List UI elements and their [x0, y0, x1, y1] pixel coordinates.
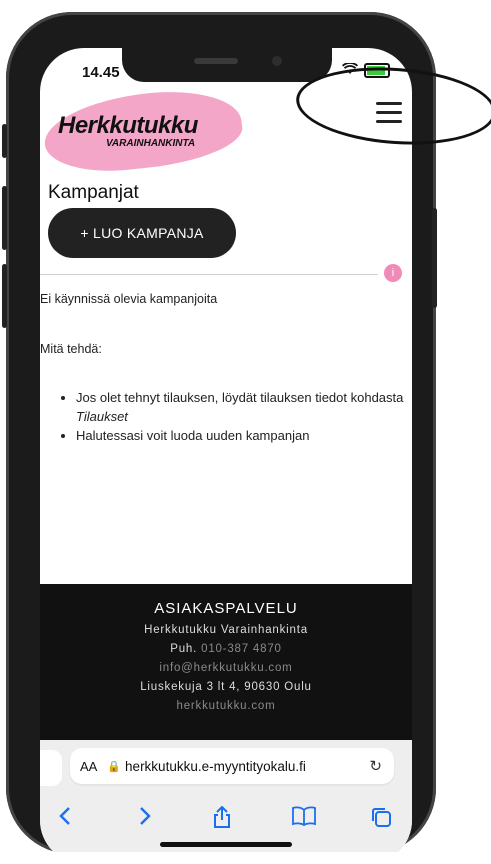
tips-list: Jos olet tehnyt tilauksen, löydät tilauk…	[58, 388, 406, 445]
footer-address: Liuskekuja 3 lt 4, 90630 Oulu	[140, 681, 312, 693]
home-indicator	[160, 842, 292, 847]
status-time: 14.45	[82, 64, 120, 81]
create-campaign-button[interactable]: + LUO KAMPANJA	[48, 208, 236, 258]
volume-up-button	[2, 186, 7, 250]
list-item: Jos olet tehnyt tilauksen, löydät tilauk…	[76, 388, 406, 426]
power-button	[432, 208, 437, 308]
address-bar-area: AA 🔒 herkkutukku.e-myyntityokalu.fi ↻	[40, 740, 412, 792]
tip-text: Jos olet tehnyt tilauksen, löydät tilauk…	[76, 390, 404, 405]
address-bar[interactable]: AA 🔒 herkkutukku.e-myyntityokalu.fi ↻	[70, 748, 394, 784]
mute-switch	[2, 124, 7, 158]
phone-screen: 14.45 Herkkutukku VARAINHANKINTA Kampanj…	[40, 48, 412, 864]
lock-icon: 🔒	[107, 760, 122, 773]
logo[interactable]: Herkkutukku VARAINHANKINTA	[40, 83, 246, 179]
forward-icon[interactable]	[138, 806, 152, 832]
speaker	[194, 58, 238, 64]
footer-title: ASIAKASPALVELU	[154, 600, 298, 617]
divider	[40, 274, 378, 275]
page-title: Kampanjat	[48, 182, 139, 203]
footer-email[interactable]: info@herkkutukku.com	[40, 662, 412, 674]
footer-website[interactable]: herkkutukku.com	[40, 700, 412, 712]
footer-phone: Puh. 010-387 4870	[40, 643, 412, 655]
volume-down-button	[2, 264, 7, 328]
list-item: Halutessasi voit luoda uuden kampanjan	[76, 426, 406, 445]
info-icon[interactable]: i	[384, 264, 402, 282]
orders-link[interactable]: Tilaukset	[76, 409, 128, 424]
phone-number[interactable]: 010-387 4870	[201, 643, 282, 655]
notch	[122, 48, 332, 82]
reload-icon[interactable]: ↻	[369, 757, 382, 775]
url-text[interactable]: herkkutukku.e-myyntityokalu.fi	[125, 759, 306, 774]
camera	[272, 56, 282, 66]
bookmarks-icon[interactable]	[292, 806, 316, 832]
footer-company: Herkkutukku Varainhankinta	[144, 624, 308, 636]
empty-message: Ei käynnissä olevia kampanjoita	[40, 292, 218, 306]
logo-subtext: VARAINHANKINTA	[106, 138, 196, 149]
logo-text: Herkkutukku	[58, 112, 198, 139]
back-icon[interactable]	[58, 806, 72, 832]
share-icon[interactable]	[212, 805, 232, 834]
what-to-do-title: Mitä tehdä:	[40, 342, 102, 356]
reader-settings-button[interactable]: AA	[80, 759, 97, 774]
phone-label: Puh.	[170, 643, 198, 655]
tabs-icon[interactable]	[370, 806, 392, 834]
previous-tab-pill[interactable]	[40, 750, 62, 786]
